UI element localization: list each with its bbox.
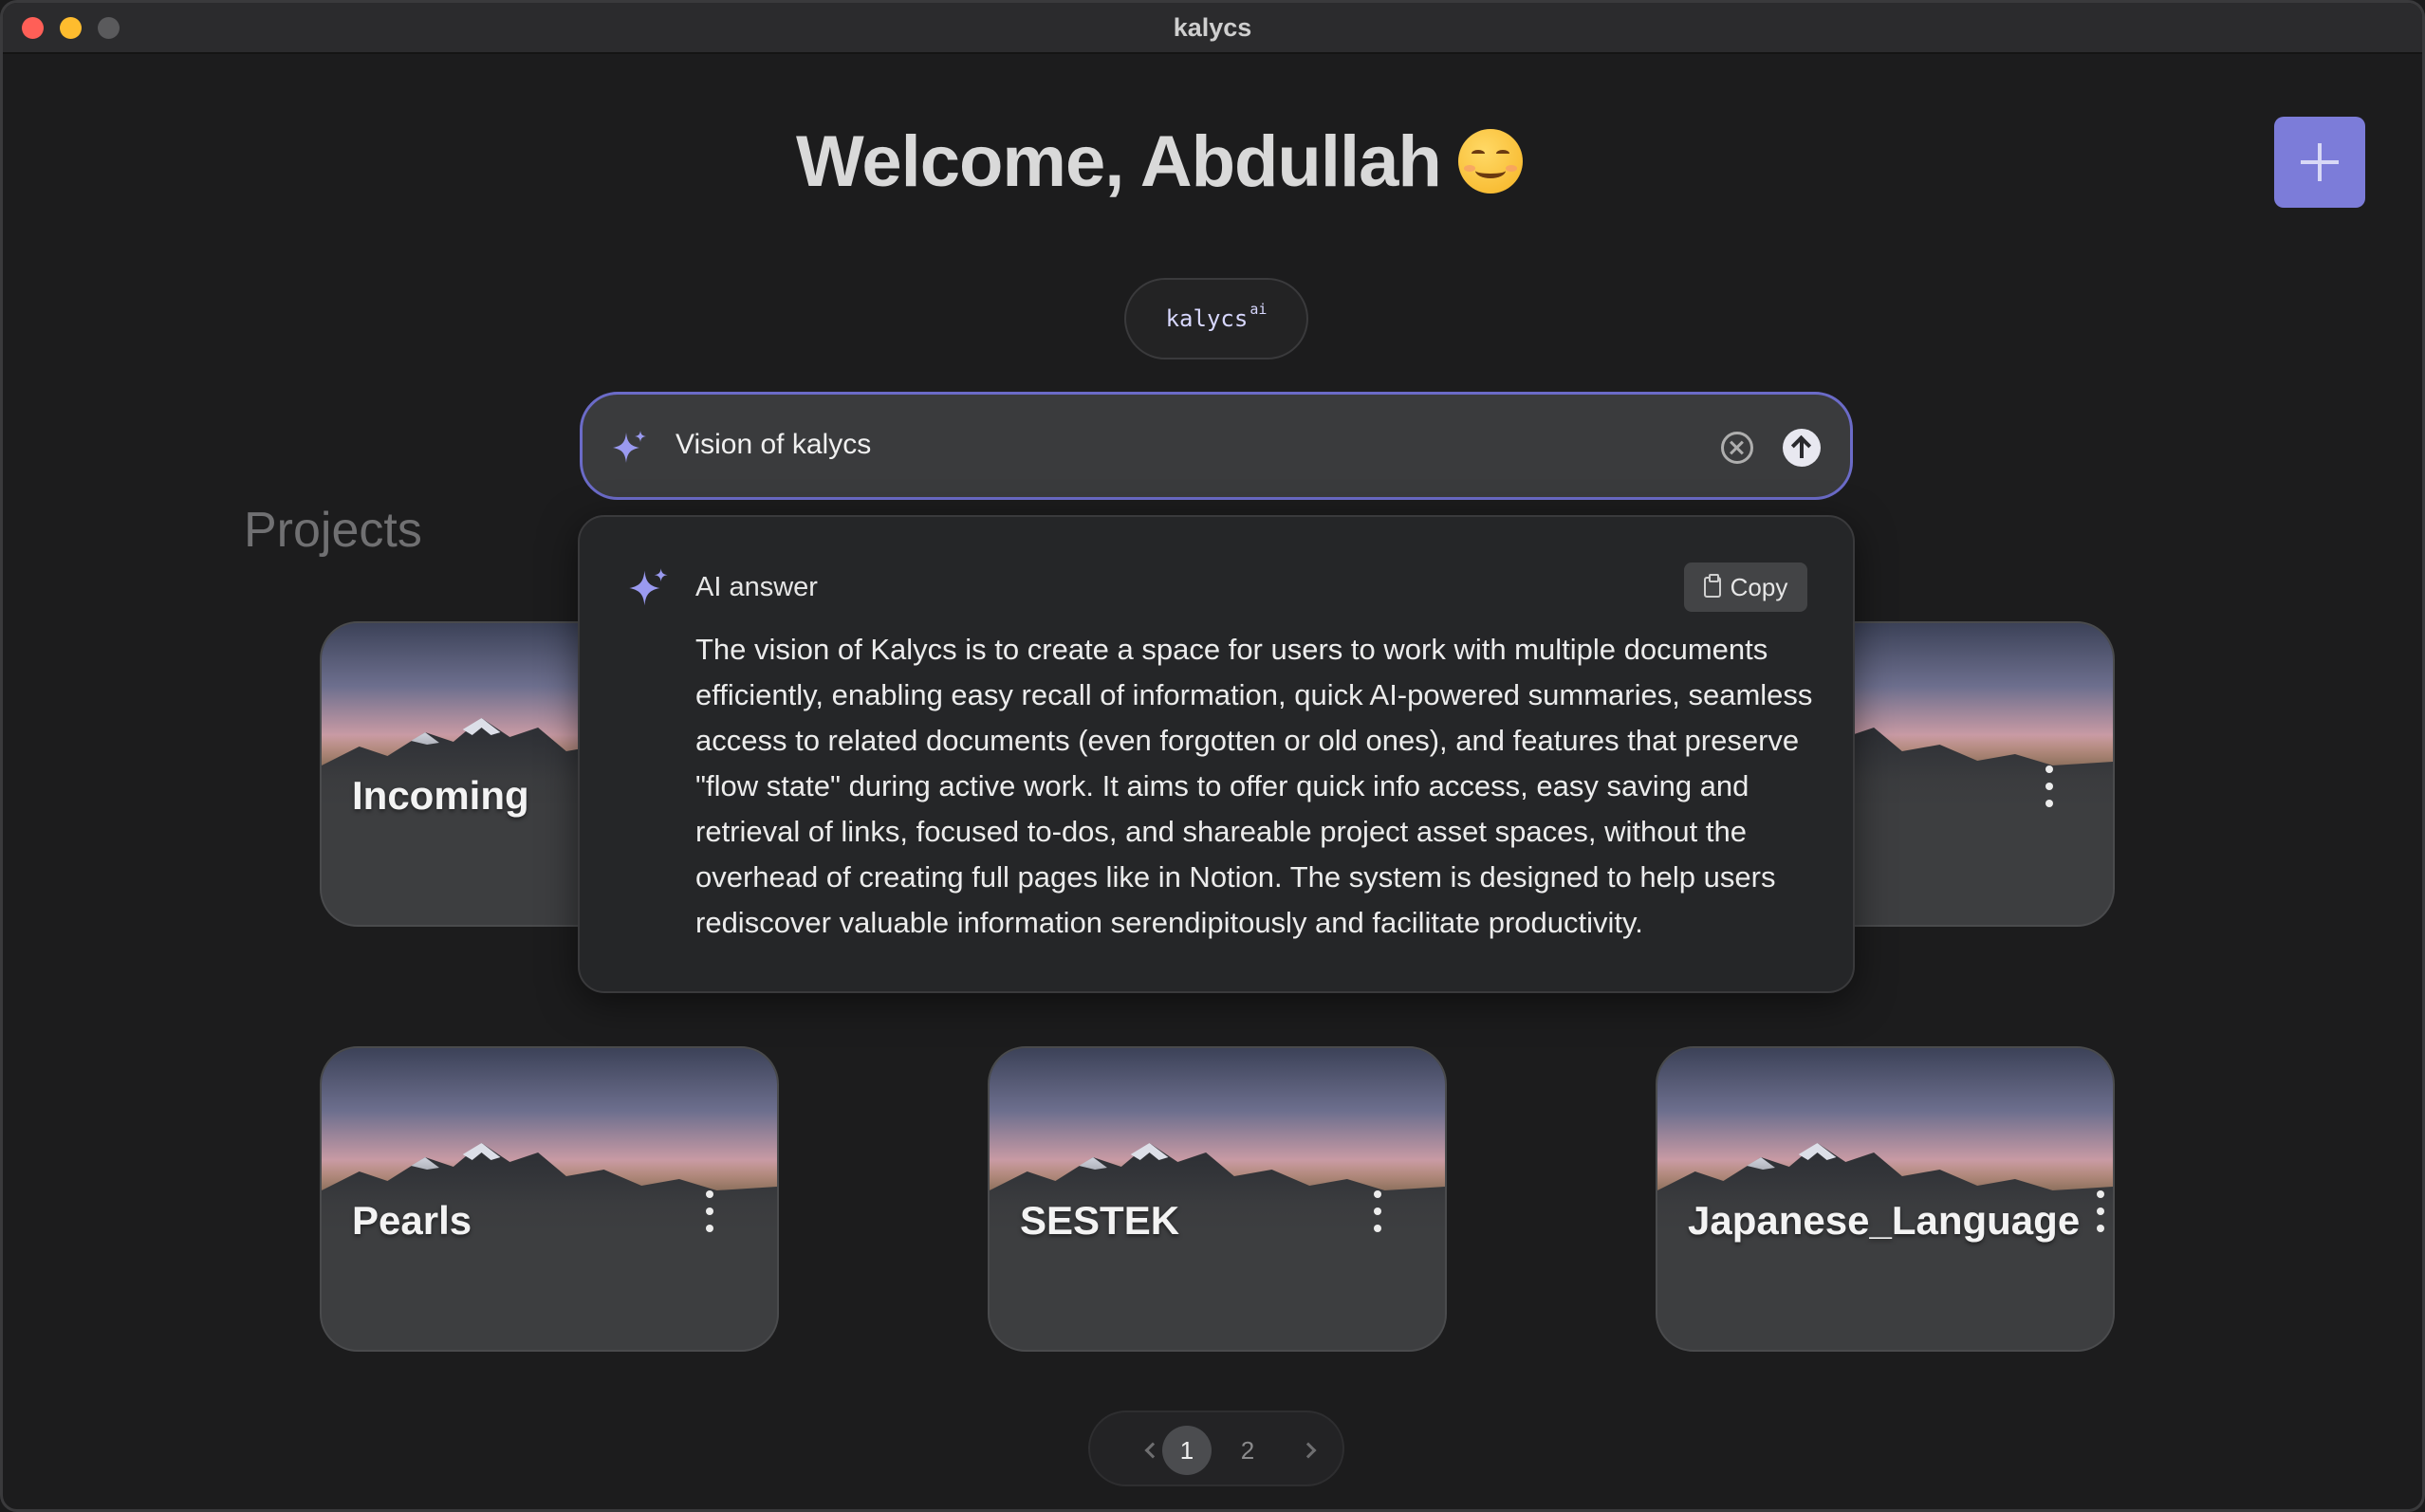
more-options-icon[interactable]	[2045, 765, 2054, 807]
copy-button[interactable]: Copy	[1684, 562, 1807, 612]
ai-search-bar: Vision of kalycs	[580, 392, 1853, 500]
clear-icon[interactable]	[1721, 432, 1753, 464]
page-1-button[interactable]: 1	[1162, 1426, 1212, 1475]
sparkle-icon	[629, 568, 668, 606]
kalycs-ai-label: kalycs	[1165, 305, 1249, 332]
welcome-heading: Welcome, Abdullah	[796, 119, 1523, 204]
add-project-button[interactable]	[2274, 117, 2365, 208]
smiling-face-icon	[1457, 129, 1523, 194]
projects-heading: Projects	[244, 503, 422, 558]
plus-icon	[2301, 143, 2339, 181]
welcome-text: Welcome, Abdullah	[796, 120, 1442, 202]
project-card-pearls[interactable]: Pearls	[320, 1046, 779, 1352]
pagination: 1 2	[1088, 1411, 1344, 1486]
chevron-left-icon	[1144, 1442, 1161, 1459]
page-2-button[interactable]: 2	[1223, 1426, 1272, 1475]
kalycs-ai-sup: ai	[1250, 301, 1268, 318]
more-options-icon[interactable]	[705, 1190, 714, 1232]
project-card-title: Japanese_Language	[1688, 1198, 2081, 1243]
clipboard-icon	[1703, 574, 1721, 598]
project-card-japanese-language[interactable]: Japanese_Language	[1656, 1046, 2115, 1352]
app-window: kalycs Welcome, Abdullah kalycs ai Projec…	[0, 0, 2425, 1512]
ai-answer-text: The vision of Kalycs is to create a spac…	[695, 633, 1813, 939]
chevron-right-icon	[1300, 1442, 1317, 1459]
ai-answer-label: AI answer	[695, 572, 818, 602]
project-card-title: Incoming	[352, 773, 529, 818]
title-bar: kalycs	[3, 3, 2422, 54]
next-page-button[interactable]	[1284, 1426, 1333, 1475]
copy-label: Copy	[1730, 572, 1788, 601]
sparkle-icon	[613, 431, 646, 463]
project-card-title: Pearls	[352, 1198, 472, 1243]
project-card-title: SESTEK	[1020, 1198, 1180, 1243]
more-options-icon[interactable]	[1373, 1190, 1382, 1232]
window-title: kalycs	[1173, 13, 1252, 42]
search-input[interactable]: Vision of kalycs	[676, 429, 871, 461]
ai-answer-panel: AI answer Copy The vision of Kalycs is t…	[578, 515, 1855, 993]
more-options-icon[interactable]	[2096, 1190, 2105, 1232]
kalycs-ai-button[interactable]: kalycs ai	[1124, 278, 1308, 360]
project-card-sestek[interactable]: SESTEK	[988, 1046, 1447, 1352]
send-arrow-icon[interactable]	[1783, 429, 1821, 467]
